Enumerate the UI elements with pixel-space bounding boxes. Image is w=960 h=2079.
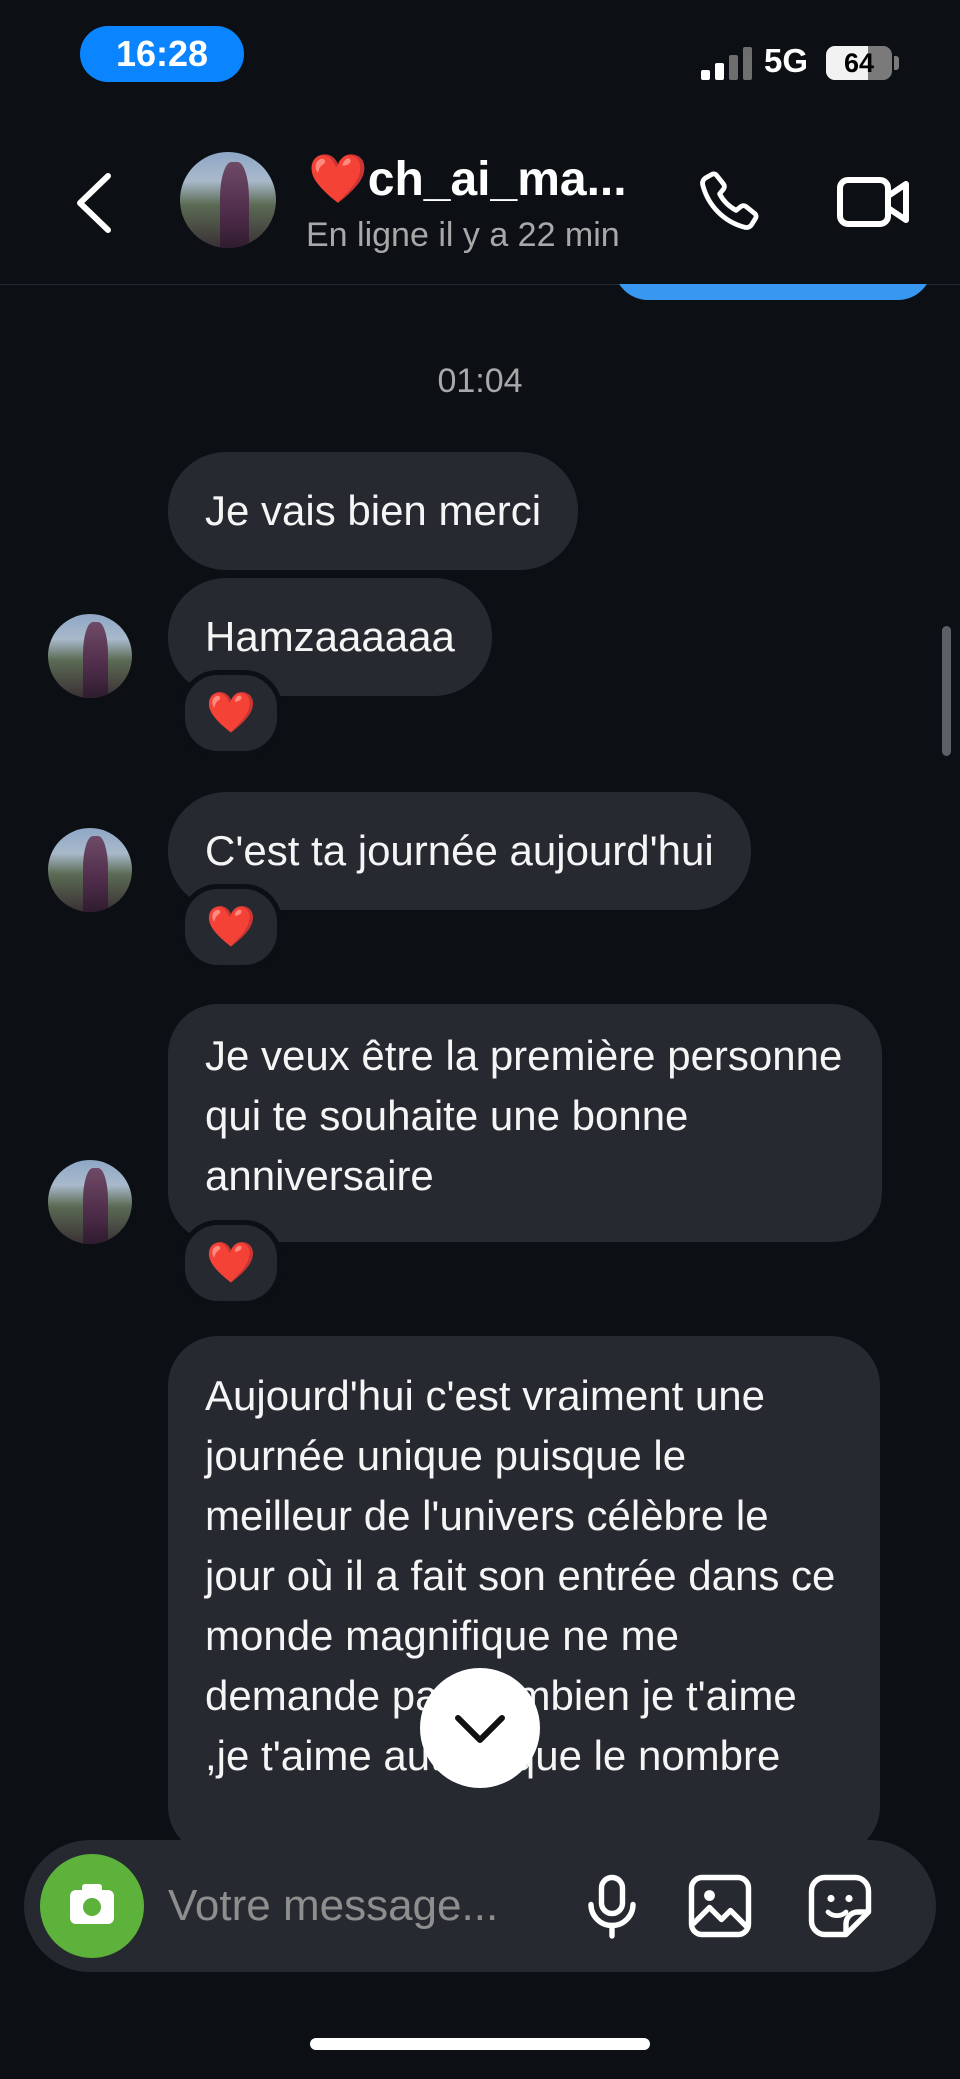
phone-icon bbox=[700, 171, 759, 230]
home-indicator[interactable] bbox=[310, 2038, 650, 2050]
sender-avatar[interactable] bbox=[48, 828, 132, 912]
call-button[interactable] bbox=[692, 166, 764, 238]
heart-emoji: ❤️ bbox=[308, 153, 368, 206]
battery-cap bbox=[894, 56, 899, 70]
message-text: Je veux être la première personne qui te… bbox=[205, 1032, 843, 1199]
message-composer bbox=[24, 1840, 936, 1972]
contact-status: En ligne il y a 22 min bbox=[306, 216, 620, 254]
contact-avatar[interactable] bbox=[180, 152, 276, 248]
network-type: 5G bbox=[764, 42, 809, 79]
video-call-button[interactable] bbox=[836, 170, 912, 234]
battery-level: 64 bbox=[843, 48, 875, 78]
contact-name-text: ch_ai_ma... bbox=[367, 153, 627, 206]
reaction-heart[interactable]: ❤️ bbox=[180, 1220, 282, 1306]
sticker-button[interactable] bbox=[804, 1870, 876, 1942]
contact-name[interactable]: ❤️ch_ai_ma... bbox=[308, 150, 668, 207]
cellular-signal-icon bbox=[701, 46, 753, 80]
scrollbar-thumb[interactable] bbox=[942, 626, 951, 756]
message-bubble[interactable]: Je veux être la première personne qui te… bbox=[168, 1004, 882, 1242]
message-text: Je vais bien merci bbox=[205, 487, 542, 534]
status-bar: 16:28 5G 64 bbox=[0, 0, 960, 120]
chat-header: ❤️ch_ai_ma... En ligne il y a 22 min bbox=[0, 120, 960, 285]
status-time[interactable]: 16:28 bbox=[80, 26, 244, 82]
sender-avatar[interactable] bbox=[48, 1160, 132, 1244]
chevron-down-icon bbox=[455, 1715, 505, 1743]
message-input[interactable] bbox=[168, 1870, 588, 1942]
reaction-heart[interactable]: ❤️ bbox=[180, 884, 282, 970]
message-text: C'est ta journée aujourd'hui bbox=[205, 827, 714, 874]
camera-button[interactable] bbox=[40, 1854, 144, 1958]
camera-icon bbox=[70, 1884, 114, 1924]
reaction-heart[interactable]: ❤️ bbox=[180, 670, 282, 756]
gallery-button[interactable] bbox=[684, 1870, 756, 1942]
scroll-to-bottom-button[interactable] bbox=[420, 1668, 540, 1788]
video-camera-icon bbox=[837, 177, 909, 227]
message-text: Hamzaaaaaa bbox=[205, 613, 455, 660]
sender-avatar[interactable] bbox=[48, 614, 132, 698]
gallery-icon bbox=[688, 1874, 752, 1938]
message-timestamp: 01:04 bbox=[437, 362, 523, 400]
sticker-icon bbox=[808, 1874, 872, 1938]
back-arrow-icon bbox=[77, 173, 111, 233]
microphone-icon bbox=[588, 1874, 636, 1939]
battery-icon: 64 bbox=[826, 46, 892, 80]
message-bubble[interactable]: Je vais bien merci bbox=[168, 452, 579, 570]
voice-message-button[interactable] bbox=[576, 1870, 648, 1942]
back-button[interactable] bbox=[70, 168, 120, 238]
